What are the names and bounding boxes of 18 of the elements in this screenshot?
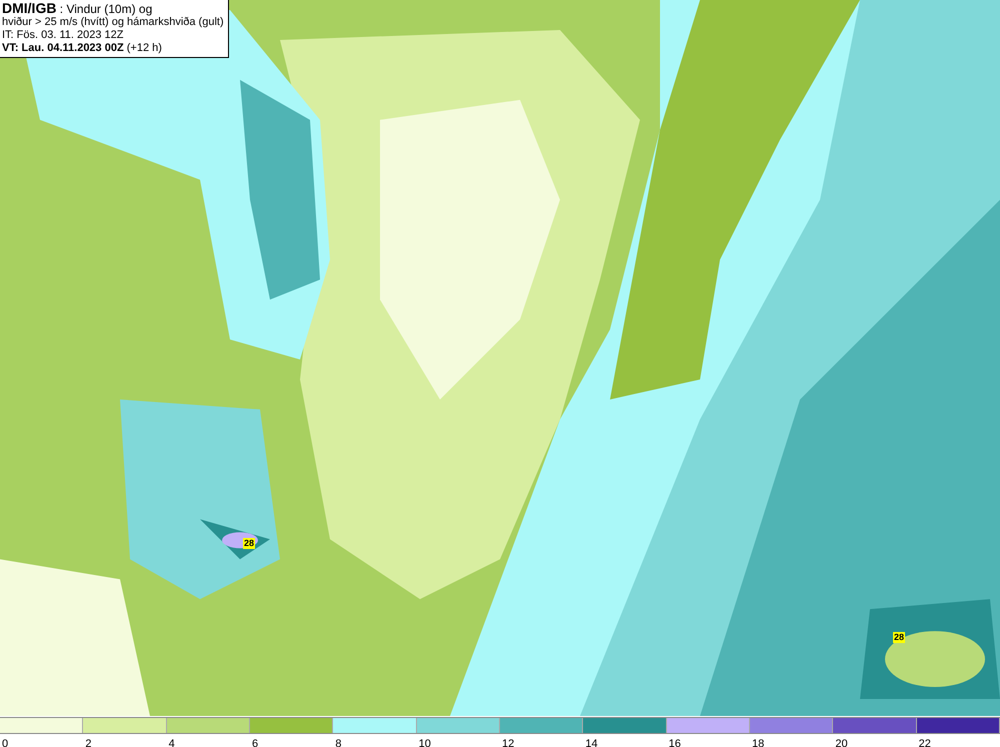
title-text: VT: Lau. 04.11.2023 00Z (+12 h) xyxy=(2,42,163,55)
gust-label: 28 xyxy=(893,632,906,643)
legend-label: 22 xyxy=(918,738,931,747)
title-text: hviður > 25 m/s (hvítt) og hámarkshviða (gult) xyxy=(2,16,225,29)
legend-label: 20 xyxy=(835,738,848,747)
gust-label: 28 xyxy=(243,538,256,549)
legend-label: 10 xyxy=(418,738,431,747)
title-text: IT: Fös. 03. 11. 2023 12Z xyxy=(2,29,124,42)
legend-label: 14 xyxy=(585,738,598,747)
legend-label: 18 xyxy=(752,738,764,747)
legend-label: 8 xyxy=(335,738,342,747)
legend-label: 0 xyxy=(2,738,8,747)
legend-label: 16 xyxy=(668,738,681,747)
legend-label: 2 xyxy=(85,738,92,747)
legend-label: 4 xyxy=(168,738,175,747)
title-text: DMI/IGB : Vindur (10m) og xyxy=(2,1,154,16)
legend-label: 6 xyxy=(252,738,258,747)
legend-label: 12 xyxy=(502,738,514,747)
